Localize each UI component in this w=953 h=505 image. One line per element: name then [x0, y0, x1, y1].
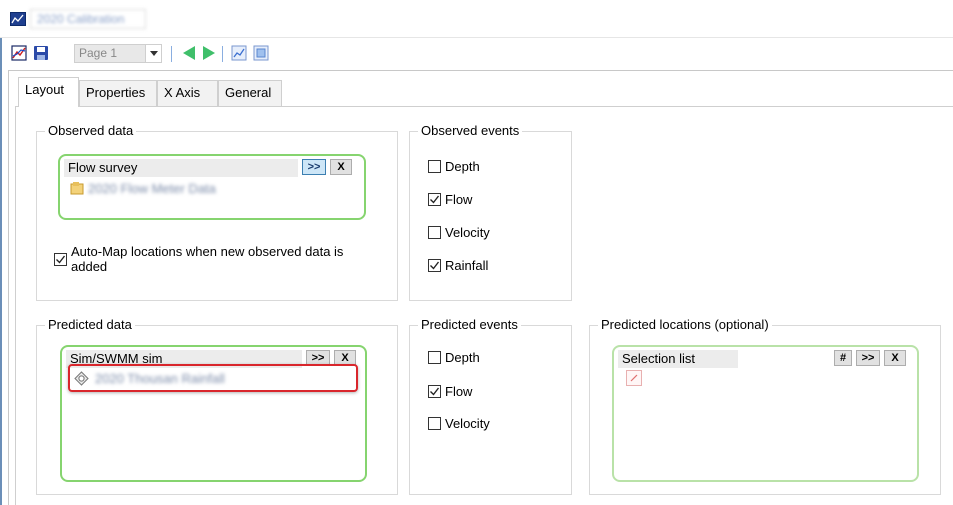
tab-layout[interactable]: Layout	[18, 77, 79, 107]
folder-icon	[70, 182, 84, 195]
page-select-value: Page 1	[79, 46, 118, 60]
predicted-flow-checkbox[interactable]: Flow	[428, 384, 472, 399]
observed-data-group: Observed data Flow survey >> X 2020 Flow…	[36, 123, 398, 301]
checkbox-unchecked-icon	[428, 417, 441, 430]
list-item[interactable]: 2020 Flow Meter Data	[70, 181, 216, 196]
toolbar-separator	[222, 46, 223, 62]
grid-view-icon[interactable]	[252, 44, 270, 62]
chevron-down-icon[interactable]	[145, 45, 161, 62]
predicted-locations-list[interactable]: Selection list # >> X	[612, 345, 919, 482]
predicted-depth-checkbox[interactable]: Depth	[428, 350, 480, 365]
group-title: Observed data	[45, 123, 137, 138]
expand-button[interactable]: >>	[856, 350, 880, 366]
tab-label: Properties	[86, 85, 146, 100]
chart-properties-icon[interactable]	[230, 44, 248, 62]
graph-icon[interactable]	[10, 44, 28, 62]
tab-label: General	[225, 85, 272, 100]
predicted-velocity-checkbox[interactable]: Velocity	[428, 416, 490, 431]
next-page-icon[interactable]	[200, 44, 218, 62]
hash-button[interactable]: #	[834, 350, 852, 366]
tab-x-axis[interactable]: X Axis	[157, 80, 218, 106]
checkbox-label: Depth	[445, 350, 480, 365]
checkbox-label: Flow	[445, 192, 473, 207]
observed-flow-checkbox[interactable]: Flow	[428, 192, 472, 207]
window-border	[0, 0, 2, 505]
remove-button[interactable]: X	[884, 350, 906, 366]
predicted-events-group: Predicted events Depth Flow Velocity	[409, 317, 572, 495]
checkbox-checked-icon	[54, 252, 67, 266]
chart-window-icon	[10, 12, 26, 26]
checkbox-checked-icon	[428, 193, 441, 206]
predicted-data-group: Predicted data Sim/SWMM sim >> X 2020 Th…	[36, 317, 398, 495]
checkbox-label: Flow	[445, 384, 473, 399]
auto-map-checkbox[interactable]: Auto-Map locations when new observed dat…	[54, 244, 374, 274]
previous-page-icon[interactable]	[180, 44, 198, 62]
save-icon[interactable]	[32, 44, 50, 62]
checkbox-checked-icon	[428, 385, 441, 398]
predicted-locations-group: Predicted locations (optional) Selection…	[589, 317, 941, 495]
page-select[interactable]: Page 1	[74, 44, 162, 63]
selection-list-item-icon[interactable]	[626, 370, 642, 386]
checkbox-checked-icon	[428, 259, 441, 272]
checkbox-unchecked-icon	[428, 160, 441, 173]
remove-button[interactable]: X	[330, 159, 352, 175]
auto-map-label: Auto-Map locations when new observed dat…	[71, 244, 344, 274]
group-title: Predicted locations (optional)	[598, 317, 772, 332]
tab-label: Layout	[25, 82, 65, 97]
selection-highlight	[68, 364, 358, 392]
list-header: Selection list	[618, 350, 738, 368]
title-bar: 2020 Calibration	[0, 0, 953, 38]
toolbar: Page 1	[2, 38, 953, 68]
observed-depth-checkbox[interactable]: Depth	[428, 159, 480, 174]
group-title: Predicted data	[45, 317, 135, 332]
list-header: Flow survey	[64, 159, 298, 177]
observed-data-list[interactable]: Flow survey >> X 2020 Flow Meter Data	[58, 154, 366, 220]
observed-rainfall-checkbox[interactable]: Rainfall	[428, 258, 488, 273]
window-title: 2020 Calibration	[30, 9, 146, 29]
item-label: 2020 Flow Meter Data	[88, 181, 216, 196]
checkbox-label: Rainfall	[445, 258, 489, 273]
observed-velocity-checkbox[interactable]: Velocity	[428, 225, 490, 240]
checkbox-label: Depth	[445, 159, 480, 174]
toolbar-separator	[171, 46, 172, 62]
checkbox-label: Velocity	[445, 225, 490, 240]
checkbox-unchecked-icon	[428, 351, 441, 364]
checkbox-unchecked-icon	[428, 226, 441, 239]
observed-events-group: Observed events Depth Flow Velocity Rain…	[409, 123, 572, 301]
tab-general[interactable]: General	[218, 80, 282, 106]
tab-properties[interactable]: Properties	[79, 80, 157, 106]
group-title: Predicted events	[418, 317, 521, 332]
checkbox-label: Velocity	[445, 416, 490, 431]
tab-label: X Axis	[164, 85, 201, 100]
expand-button[interactable]: >>	[302, 159, 326, 175]
group-title: Observed events	[418, 123, 523, 138]
